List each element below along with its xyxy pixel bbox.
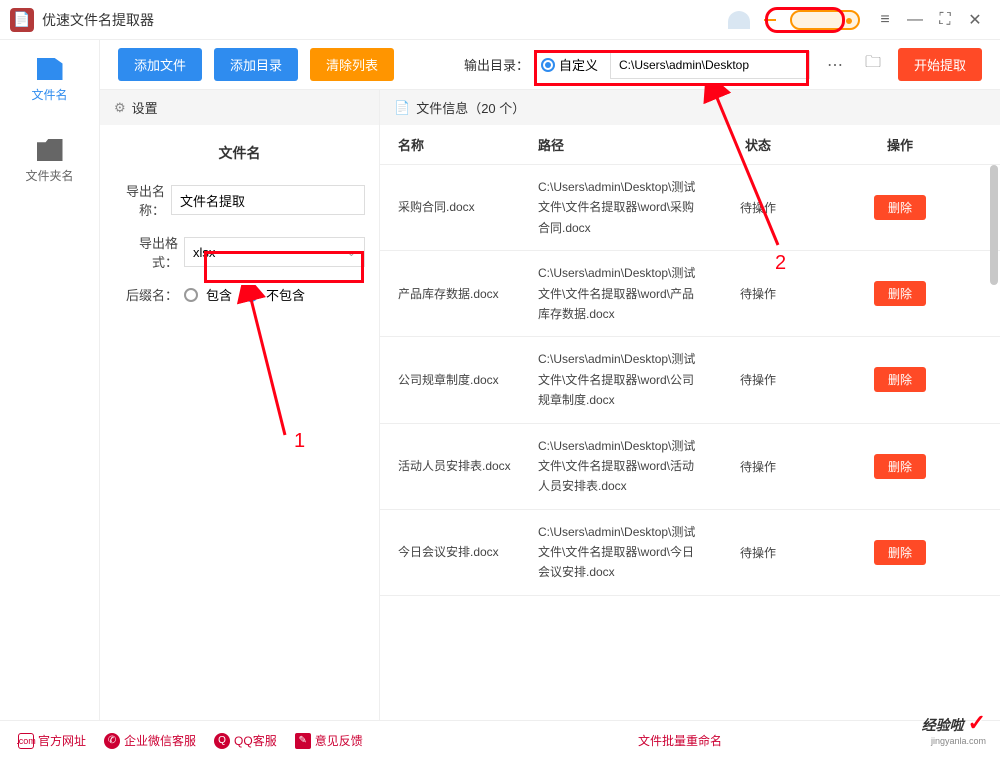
cell-path: C:\Users\admin\Desktop\测试文件\文件名提取器\word\… (538, 263, 698, 324)
cell-name: 今日会议安排.docx (398, 542, 538, 562)
wechat-support-link[interactable]: ✆ 企业微信客服 (104, 732, 196, 749)
outdir-label: 输出目录： (464, 55, 529, 74)
file-info-header: 📄 文件信息（20 个） (380, 90, 1000, 125)
batch-rename-link[interactable]: 文件批量重命名 (638, 732, 722, 749)
export-name-input[interactable] (171, 185, 365, 215)
cell-name: 采购合同.docx (398, 197, 538, 217)
qq-support-link[interactable]: Q QQ客服 (214, 732, 277, 749)
delete-button[interactable]: 删除 (874, 454, 926, 479)
app-title: 优速文件名提取器 (42, 10, 154, 30)
annotation-number-2: 2 (775, 252, 786, 275)
file-icon: 📄 (394, 100, 410, 116)
browse-folder-icon[interactable]: 🗀 (860, 52, 886, 78)
table-row: 采购合同.docxC:\Users\admin\Desktop\测试文件\文件名… (380, 165, 1000, 251)
cell-op: 删除 (818, 540, 982, 565)
cell-name: 活动人员安排表.docx (398, 456, 538, 476)
cell-path: C:\Users\admin\Desktop\测试文件\文件名提取器\word\… (538, 436, 698, 497)
sidebar-item-label: 文件夹名 (25, 167, 73, 184)
cell-op: 删除 (818, 367, 982, 392)
file-icon (37, 58, 63, 80)
main-area: ⚙ 设置 文件名 导出名称： 导出格式： xlsx ⌄ 后缀名： 包含 (100, 90, 1000, 720)
watermark: 经验啦 ✓ jingyanla.com (922, 710, 986, 746)
web-icon: .com (18, 733, 34, 749)
cell-op: 删除 (818, 195, 982, 220)
cell-op: 删除 (818, 281, 982, 306)
cell-op: 删除 (818, 454, 982, 479)
wechat-icon: ✆ (104, 733, 120, 749)
delete-button[interactable]: 删除 (874, 540, 926, 565)
feedback-link[interactable]: ✎ 意见反馈 (295, 732, 363, 749)
app-logo-icon: 📄 (10, 8, 34, 32)
table-row: 今日会议安排.docxC:\Users\admin\Desktop\测试文件\文… (380, 510, 1000, 596)
add-file-button[interactable]: 添加文件 (118, 48, 202, 81)
cell-path: C:\Users\admin\Desktop\测试文件\文件名提取器\word\… (538, 177, 698, 238)
toolbar: 添加文件 添加目录 清除列表 输出目录： 自定义 ⋯ 🗀 开始提取 (100, 40, 1000, 90)
scrollbar[interactable] (990, 125, 998, 720)
start-extract-button[interactable]: 开始提取 (898, 48, 982, 81)
delete-button[interactable]: 删除 (874, 281, 926, 306)
export-format-label: 导出格式： (114, 233, 184, 271)
suffix-label: 后缀名： (114, 285, 184, 304)
sidebar-item-label: 文件名 (31, 86, 67, 103)
cell-status: 待操作 (698, 285, 818, 302)
menu-icon[interactable]: ≡ (870, 5, 900, 35)
cell-status: 待操作 (698, 199, 818, 216)
delete-button[interactable]: 删除 (874, 367, 926, 392)
close-button[interactable]: ✕ (960, 5, 990, 35)
export-name-label: 导出名称： (114, 181, 171, 219)
table-header: 名称 路径 状态 操作 (380, 125, 1000, 165)
chevron-down-icon: ⌄ (347, 246, 356, 259)
table-row: 公司规章制度.docxC:\Users\admin\Desktop\测试文件\文… (380, 337, 1000, 423)
footer: .com 官方网址 ✆ 企业微信客服 Q QQ客服 ✎ 意见反馈 文件批量重命名 (0, 720, 1000, 760)
cell-name: 产品库存数据.docx (398, 284, 538, 304)
cell-name: 公司规章制度.docx (398, 370, 538, 390)
suffix-exclude-radio[interactable] (244, 288, 258, 302)
clear-list-button[interactable]: 清除列表 (310, 48, 394, 81)
outdir-input[interactable] (610, 51, 810, 79)
sidebar: 文件名 文件夹名 (0, 40, 100, 720)
suffix-include-radio[interactable] (184, 288, 198, 302)
feedback-icon: ✎ (295, 733, 311, 749)
custom-dir-label: 自定义 (559, 55, 598, 74)
folder-icon (37, 139, 63, 161)
sidebar-item-foldername[interactable]: 文件夹名 (0, 121, 99, 202)
sidebar-item-filename[interactable]: 文件名 (0, 40, 99, 121)
title-bar: 📄 优速文件名提取器 ≡ — ⛶ ✕ (0, 0, 1000, 40)
table-row: 产品库存数据.docxC:\Users\admin\Desktop\测试文件\文… (380, 251, 1000, 337)
cell-status: 待操作 (698, 544, 818, 561)
cell-path: C:\Users\admin\Desktop\测试文件\文件名提取器\word\… (538, 522, 698, 583)
table-row: 活动人员安排表.docxC:\Users\admin\Desktop\测试文件\… (380, 424, 1000, 510)
minimize-button[interactable]: — (900, 5, 930, 35)
file-table: 名称 路径 状态 操作 采购合同.docxC:\Users\admin\Desk… (380, 125, 1000, 720)
user-icon (728, 11, 750, 29)
delete-button[interactable]: 删除 (874, 195, 926, 220)
more-icon[interactable]: ⋯ (822, 52, 848, 78)
cell-status: 待操作 (698, 371, 818, 388)
scrollbar-thumb[interactable] (990, 165, 998, 285)
cell-status: 待操作 (698, 458, 818, 475)
decorative-icon (760, 13, 780, 27)
annotation-number-1: 1 (294, 430, 305, 453)
settings-panel: ⚙ 设置 文件名 导出名称： 导出格式： xlsx ⌄ 后缀名： 包含 (100, 90, 380, 720)
upgrade-pill[interactable] (790, 10, 860, 30)
export-format-select[interactable]: xlsx ⌄ (184, 237, 365, 267)
file-info-panel: 📄 文件信息（20 个） 名称 路径 状态 操作 采购合同.docxC:\Use… (380, 90, 1000, 720)
cell-path: C:\Users\admin\Desktop\测试文件\文件名提取器\word\… (538, 349, 698, 410)
settings-header: ⚙ 设置 (100, 90, 379, 125)
custom-dir-radio[interactable] (541, 58, 555, 72)
add-dir-button[interactable]: 添加目录 (214, 48, 298, 81)
maximize-button[interactable]: ⛶ (930, 5, 960, 35)
settings-group-title: 文件名 (114, 143, 365, 163)
qq-icon: Q (214, 733, 230, 749)
official-site-link[interactable]: .com 官方网址 (18, 732, 86, 749)
gear-icon: ⚙ (114, 100, 126, 116)
